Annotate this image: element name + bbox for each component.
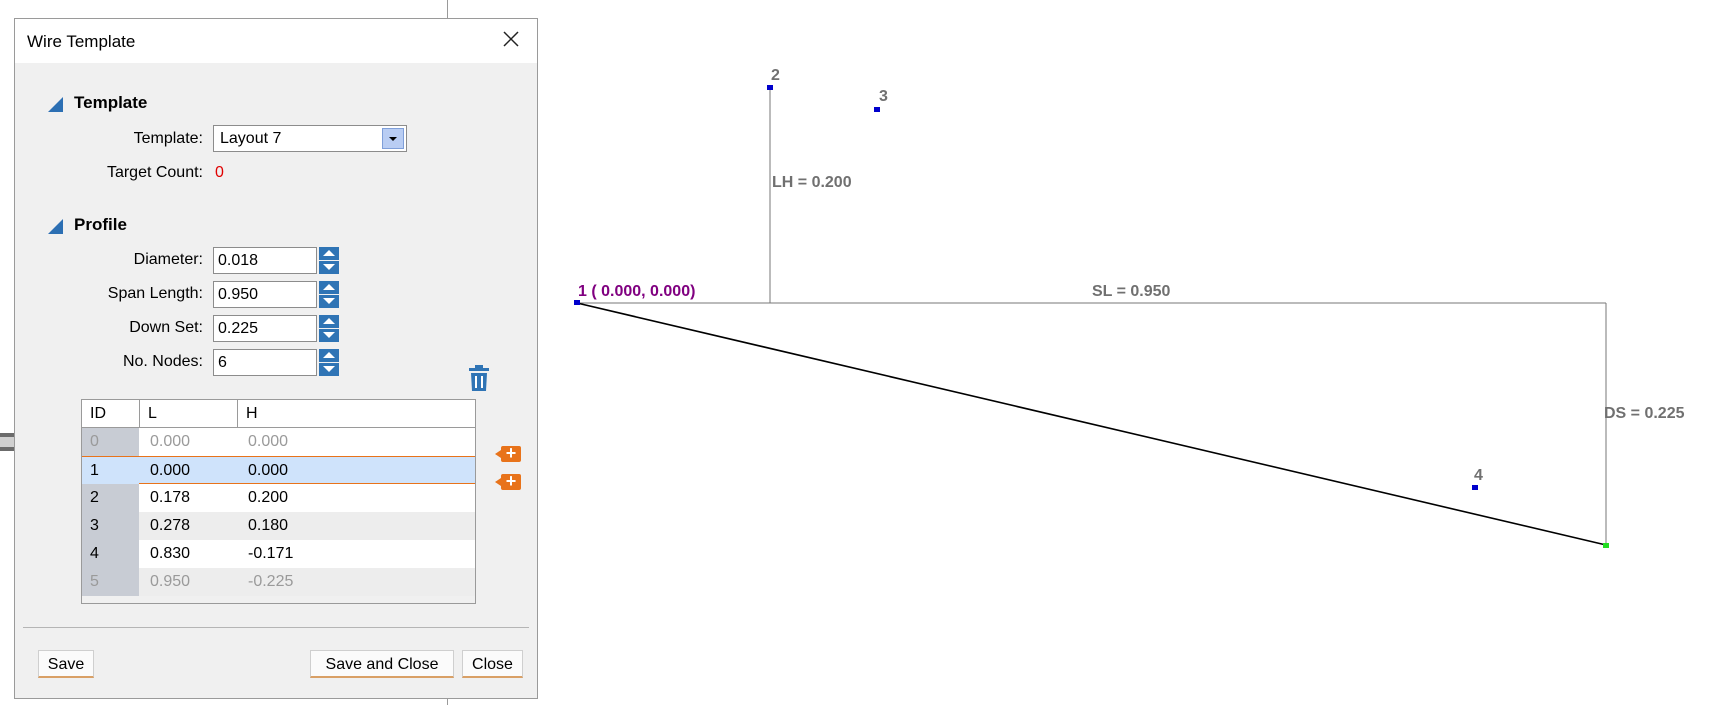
span-length-spinner[interactable] [319,281,339,308]
table-row[interactable]: 3 0.278 0.180 [82,512,475,540]
column-header-id[interactable]: ID [90,405,106,423]
cell-id: 5 [90,573,99,590]
cell-l: 0.178 [150,489,191,506]
plus-icon: + [505,443,517,463]
nodes-table: ID L H 0 0.000 0.000 1 0.000 0.000 2 0.1… [81,399,476,604]
cell-id: 3 [90,517,99,534]
diameter-input[interactable] [213,247,317,274]
cell-id: 4 [90,545,99,562]
template-select[interactable]: Layout 7 [213,125,407,152]
footer-divider [23,627,529,628]
node-1[interactable] [574,300,580,305]
lh-label: LH = 0.200 [772,174,852,191]
wire-chord-line [576,302,1607,546]
cell-l: 0.000 [150,462,191,479]
trash-icon[interactable] [467,365,491,391]
diameter-label: Diameter: [133,251,203,268]
column-separator [139,400,140,427]
profile-collapse-icon[interactable] [48,219,63,234]
template-section-title: Template [74,93,148,112]
dialog-titlebar[interactable]: Wire Template [15,19,537,63]
chevron-down-icon[interactable] [382,128,404,149]
node-5-end[interactable] [1603,543,1609,548]
column-separator [237,400,238,427]
diameter-spinner[interactable] [319,247,339,274]
table-row[interactable]: 2 0.178 0.200 [82,484,475,512]
cell-id: 0 [90,433,99,450]
node-2[interactable] [767,85,773,90]
table-row[interactable]: 0 0.000 0.000 [82,428,475,456]
table-row-selected[interactable]: 1 0.000 0.000 [82,456,475,485]
column-header-h[interactable]: H [246,405,258,423]
table-row[interactable]: 5 0.950 -0.225 [82,568,475,596]
cell-l: 0.830 [150,545,191,562]
template-label: Template: [133,130,203,147]
profile-section-title: Profile [74,215,127,234]
spin-up-icon[interactable] [319,315,339,328]
nodes-input[interactable] [213,349,317,376]
table-row[interactable]: 4 0.830 -0.171 [82,540,475,568]
cell-id: 2 [90,489,99,506]
insert-node-below-button[interactable]: + [495,471,521,491]
spin-down-icon[interactable] [319,363,339,376]
cell-h: -0.171 [248,545,294,562]
node-3[interactable] [874,107,880,112]
spin-up-icon[interactable] [319,247,339,260]
save-button[interactable]: Save [38,650,94,678]
spin-down-icon[interactable] [319,261,339,274]
node-2-label: 2 [771,67,780,84]
node-1-label: 1 ( 0.000, 0.000) [578,283,695,300]
plus-icon: + [505,471,517,491]
wire-template-dialog: Wire Template Template Template: Layout … [14,18,538,699]
close-button[interactable]: Close [462,650,523,678]
table-header: ID L H [82,400,475,428]
column-header-l[interactable]: L [148,405,157,423]
nodes-label: No. Nodes: [122,353,203,370]
node-4-label: 4 [1474,467,1483,484]
spin-up-icon[interactable] [319,281,339,294]
sl-label: SL = 0.950 [1092,283,1171,300]
cell-l: 0.950 [150,573,191,590]
target-count-value: 0 [215,164,224,181]
down-set-spinner[interactable] [319,315,339,342]
close-icon[interactable] [499,27,523,51]
span-length-label: Span Length: [107,285,203,302]
cell-h: 0.200 [248,489,289,506]
node-4[interactable] [1472,485,1478,490]
node-3-label: 3 [879,88,888,105]
spin-up-icon[interactable] [319,349,339,362]
cell-h: -0.225 [248,573,294,590]
insert-node-above-button[interactable]: + [495,443,521,463]
save-and-close-button[interactable]: Save and Close [310,650,454,678]
ds-label: DS = 0.225 [1604,405,1685,422]
cell-h: 0.000 [248,462,289,479]
cell-h: 0.000 [248,433,289,450]
template-select-value: Layout 7 [220,130,282,147]
spin-down-icon[interactable] [319,295,339,308]
span-length-input[interactable] [213,281,317,308]
cell-l: 0.278 [150,517,191,534]
target-count-label: Target Count: [106,164,203,181]
cell-id: 1 [90,462,99,479]
cell-h: 0.180 [248,517,289,534]
nodes-spinner[interactable] [319,349,339,376]
down-set-label: Down Set: [129,319,203,336]
dialog-title: Wire Template [27,32,136,51]
spin-down-icon[interactable] [319,329,339,342]
template-collapse-icon[interactable] [48,97,63,112]
cell-l: 0.000 [150,433,191,450]
down-set-input[interactable] [213,315,317,342]
